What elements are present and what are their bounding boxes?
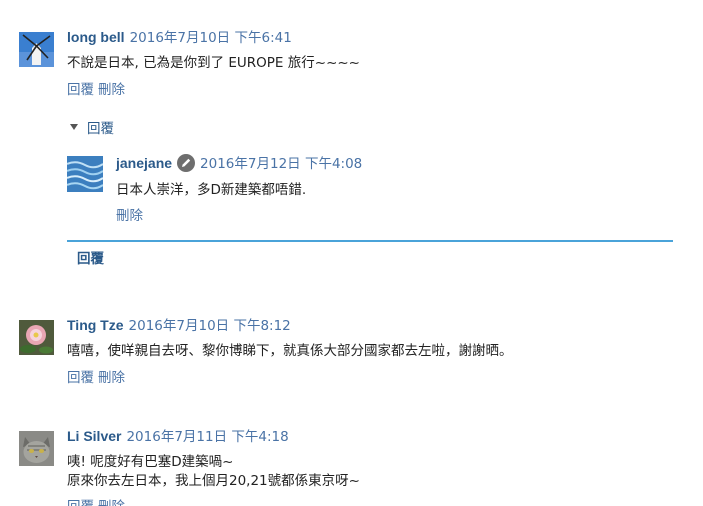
delete-link[interactable]: 刪除 [98,499,125,506]
comment-timestamp[interactable]: 2016年7月10日 下午6:41 [130,30,292,46]
comments-section: long bell 2016年7月10日 下午6:41 不說是日本, 已為是你到了… [0,0,703,506]
comment-text: 不說是日本, 已為是你到了 EUROPE 旅行~~~~ [67,54,360,73]
reply-box-button[interactable]: 回覆 [77,250,104,268]
avatar[interactable] [19,32,54,67]
comment-header: Ting Tze 2016年7月10日 下午8:12 [67,316,291,335]
caret-down-icon [70,124,78,130]
comment-actions: 回覆刪除 [67,498,125,506]
reply-link[interactable]: 回覆 [67,499,94,506]
comment-timestamp[interactable]: 2016年7月10日 下午8:12 [129,318,291,334]
comment-header: Li Silver 2016年7月11日 下午4:18 [67,427,289,446]
reply-header: janejane 2016年7月12日 下午4:08 [116,153,362,174]
comment-actions: 回覆刪除 [67,369,125,387]
reply-timestamp[interactable]: 2016年7月12日 下午4:08 [200,156,362,172]
comment-timestamp[interactable]: 2016年7月11日 下午4:18 [126,429,288,445]
reply-box-divider [67,240,673,242]
thread-toggle-label: 回覆 [87,121,114,137]
delete-link[interactable]: 刪除 [98,370,125,386]
avatar[interactable] [19,431,54,466]
comment-author[interactable]: Ting Tze [67,317,124,333]
comment-author[interactable]: Li Silver [67,428,121,444]
pencil-icon [177,154,196,172]
avatar[interactable] [67,156,103,192]
comment-text-line: 嘻嘻，使咩親自去呀、黎你博睇下，就真係大部分國家都去左啦，謝謝晒。 [67,343,513,359]
comment-text-line: 不說是日本, 已為是你到了 EUROPE 旅行~~~~ [67,55,360,71]
reply-link[interactable]: 回覆 [67,82,94,98]
comment-text-line: 咦! 呢度好有巴塞D建築喎~ [67,454,234,470]
delete-link[interactable]: 刪除 [116,207,143,225]
comment-text: 咦! 呢度好有巴塞D建築喎~ 原來你去左日本，我上個月20,21號都係東京呀~ [67,453,360,491]
avatar[interactable] [19,320,54,355]
thread-toggle[interactable]: 回覆 [70,120,114,138]
comment-header: long bell 2016年7月10日 下午6:41 [67,28,292,47]
comment-author[interactable]: long bell [67,29,125,45]
delete-link[interactable]: 刪除 [98,82,125,98]
reply-text: 日本人崇洋，多D新建築都唔錯. [116,182,307,198]
comment-text-line: 原來你去左日本，我上個月20,21號都係東京呀~ [67,473,360,489]
comment-actions: 回覆刪除 [67,81,125,99]
reply-author[interactable]: janejane [116,155,172,171]
reply-link[interactable]: 回覆 [67,370,94,386]
comment-text: 嘻嘻，使咩親自去呀、黎你博睇下，就真係大部分國家都去左啦，謝謝晒。 [67,342,513,361]
